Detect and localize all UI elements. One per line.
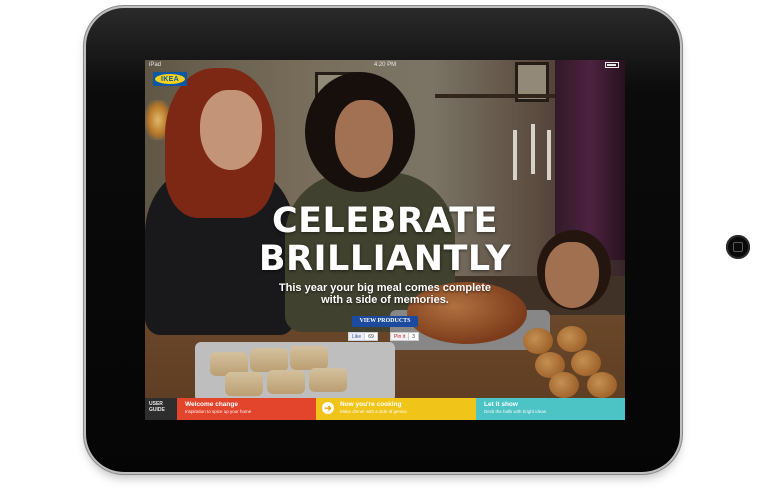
user-guide-label: GUIDE	[149, 407, 165, 413]
facebook-like-button[interactable]: Like 69	[348, 332, 378, 341]
like-count: 69	[365, 332, 378, 341]
tab-title: Welcome change	[185, 401, 238, 408]
view-products-button[interactable]: VIEW PRODUCTS	[352, 316, 418, 327]
like-label: Like	[348, 332, 366, 341]
pinterest-pin-button[interactable]: Pin it 3	[390, 332, 419, 341]
status-bar: iPad 4:20 PM	[145, 60, 625, 70]
subtitle-line: This year your big meal comes complete	[278, 282, 492, 294]
tab-let-it-show[interactable]: Let it show Deck the halls with bright i…	[476, 398, 625, 420]
tab-welcome-change[interactable]: Welcome change Inspiration to spice up y…	[177, 398, 316, 420]
arrow-right-icon: ➜	[322, 402, 334, 414]
home-button[interactable]	[726, 235, 750, 259]
headline-line: BRILLIANTLY	[258, 239, 512, 279]
tab-title: Let it show	[484, 401, 518, 408]
tab-description: Deck the halls with bright ideas	[484, 409, 547, 414]
logo-text: IKEA	[155, 74, 185, 84]
status-time: 4:20 PM	[373, 62, 397, 68]
bottom-nav: USER GUIDE Welcome change Inspiration to…	[145, 398, 625, 420]
page-subtitle: This year your big meal comes complete w…	[145, 282, 625, 306]
subtitle-line: with a side of memories.	[321, 294, 449, 306]
tab-now-youre-cooking[interactable]: ➜ Now you're cooking Make dinner with a …	[316, 398, 476, 420]
battery-icon	[605, 62, 619, 68]
pin-label: Pin it	[390, 332, 410, 341]
app-screen: iPad 4:20 PM IKEA CELEBRATE BRILLIANTLY …	[145, 60, 625, 420]
user-guide-button[interactable]: USER GUIDE	[145, 398, 177, 420]
ikea-logo[interactable]: IKEA	[153, 72, 187, 86]
tab-description: Inspiration to spice up your home	[185, 409, 252, 414]
pin-count: 3	[409, 332, 419, 341]
tab-description: Make dinner with a side of genius	[340, 409, 407, 414]
headline-line: CELEBRATE	[271, 201, 499, 241]
tab-title: Now you're cooking	[340, 401, 402, 408]
page-title: CELEBRATE BRILLIANTLY	[145, 202, 625, 278]
